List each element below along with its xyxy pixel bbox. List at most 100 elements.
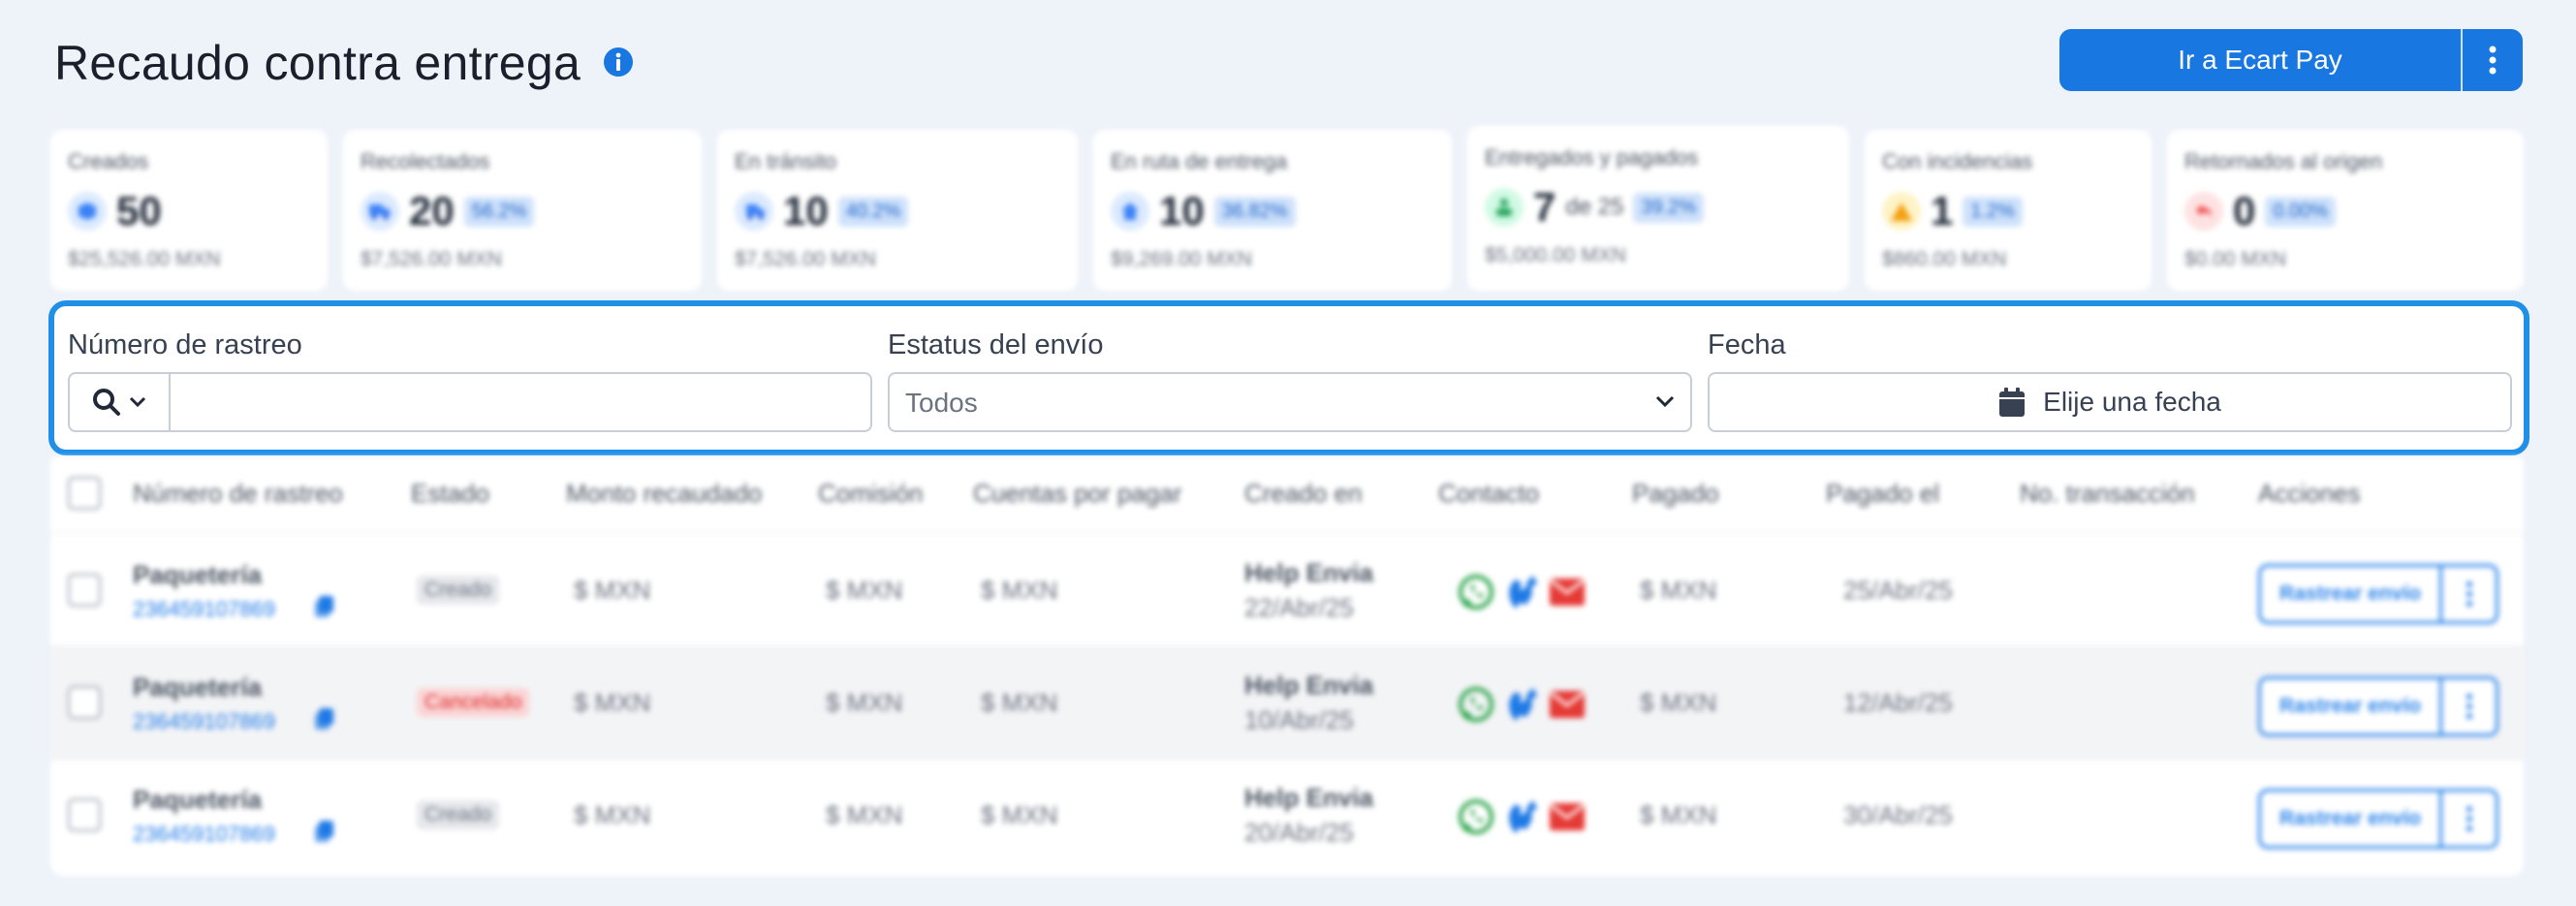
- rastrear-envio-button[interactable]: Rastrear envío: [2258, 564, 2442, 624]
- card-value: 10: [1159, 188, 1205, 234]
- ir-a-ecart-pay-button[interactable]: Ir a Ecart Pay: [2059, 29, 2463, 91]
- card-en-transito[interactable]: En tránsito 10 40.2% $7,526.00 MXN: [717, 130, 1078, 291]
- tracking-link[interactable]: 236459107869: [133, 822, 275, 847]
- col-no-transaccion[interactable]: No. transacción: [2020, 479, 2195, 509]
- col-numero-rastreo[interactable]: Número de rastreo: [133, 479, 343, 509]
- card-amount: $0.00 MXN: [2184, 248, 2287, 270]
- copy-icon[interactable]: [314, 595, 335, 618]
- row-checkbox[interactable]: [68, 798, 101, 831]
- search-type-dropdown[interactable]: [70, 374, 171, 430]
- card-title: En tránsito: [735, 149, 837, 173]
- monto-recaudado: $ MXN: [574, 688, 651, 717]
- filters-panel: Número de rastreo Estatus del envío Todo…: [48, 300, 2529, 455]
- card-amount: $9,269.00 MXN: [1111, 248, 1252, 270]
- created-date: 10/Abr/25: [1244, 705, 1354, 734]
- phone-icon[interactable]: [1504, 574, 1539, 610]
- rastrear-envio-button[interactable]: Rastrear envío: [2258, 789, 2442, 849]
- row-more-button[interactable]: [2442, 564, 2498, 624]
- row-checkbox[interactable]: [68, 686, 101, 719]
- col-creado-en[interactable]: Creado en: [1244, 479, 1362, 509]
- kebab-icon: [2489, 46, 2497, 75]
- card-title: Retornados al origen: [2184, 149, 2383, 173]
- card-percent-badge: 56.2%: [463, 196, 535, 227]
- col-comision[interactable]: Comisión: [818, 479, 923, 509]
- whatsapp-icon[interactable]: [1458, 798, 1494, 835]
- chevron-down-icon: [129, 396, 146, 408]
- status-badge: Cancelado: [417, 688, 530, 717]
- row-checkbox[interactable]: [68, 574, 101, 607]
- row-actions: Rastrear envío: [2258, 676, 2498, 736]
- cuentas-por-pagar: $ MXN: [981, 576, 1058, 605]
- people-icon: [1485, 188, 1524, 227]
- card-retornados[interactable]: Retornados al origen 0 0.00% $0.00 MXN: [2167, 130, 2524, 291]
- card-en-ruta[interactable]: En ruta de entrega 10 36.82% $9,269.00 M…: [1093, 130, 1452, 291]
- page-header: Recaudo contra entrega Ir a Ecart Pay: [54, 25, 2523, 95]
- card-amount: $860.00 MXN: [1882, 248, 2007, 270]
- pagado-el: 12/Abr/25: [1843, 688, 1953, 717]
- card-value: 20: [409, 188, 455, 234]
- card-creados[interactable]: Creados 50 $25,526.00 MXN: [50, 130, 328, 291]
- table-row[interactable]: Paquetería 236459107869 Cancelado $ MXN …: [50, 647, 2524, 760]
- phone-icon[interactable]: [1504, 798, 1539, 835]
- page: Recaudo contra entrega Ir a Ecart Pay Cr…: [0, 0, 2576, 906]
- truck-fast-icon: [735, 192, 773, 231]
- status-badge: Creado: [417, 800, 499, 829]
- copy-icon[interactable]: [314, 707, 335, 731]
- tracking-search-field: [68, 372, 872, 432]
- whatsapp-icon[interactable]: [1458, 574, 1494, 610]
- info-icon[interactable]: [603, 47, 634, 78]
- comision: $ MXN: [826, 800, 903, 829]
- date-picker-button[interactable]: Elije una fecha: [1708, 372, 2512, 432]
- card-value: 0: [2233, 188, 2256, 234]
- card-title: Entregados y pagados: [1485, 145, 1699, 170]
- card-entregados[interactable]: Entregados y pagados 7 de 25 39.2% $5,00…: [1467, 126, 1849, 291]
- copy-icon[interactable]: [314, 820, 335, 843]
- kebab-icon: [2466, 581, 2472, 607]
- tracking-link[interactable]: 236459107869: [133, 597, 275, 622]
- tracking-link[interactable]: 236459107869: [133, 709, 275, 734]
- cuentas-por-pagar: $ MXN: [981, 800, 1058, 829]
- card-incidencias[interactable]: Con incidencias 1 1.2% $860.00 MXN: [1865, 130, 2152, 291]
- tracking-number-input[interactable]: [171, 374, 870, 430]
- card-value: 1: [1931, 188, 1954, 234]
- row-more-button[interactable]: [2442, 789, 2498, 849]
- row-more-button[interactable]: [2442, 676, 2498, 736]
- table-row[interactable]: Paquetería 236459107869 Creado $ MXN $ M…: [50, 760, 2524, 872]
- mail-icon[interactable]: [1549, 690, 1586, 719]
- more-options-button[interactable]: [2463, 29, 2523, 91]
- col-pagado-el[interactable]: Pagado el: [1826, 479, 1939, 509]
- monto-recaudado: $ MXN: [574, 800, 651, 829]
- table-row[interactable]: Paquetería 236459107869 Creado $ MXN $ M…: [50, 535, 2524, 647]
- house-icon: [1111, 192, 1149, 231]
- card-value: 7: [1533, 184, 1556, 230]
- col-contacto: Contacto: [1438, 479, 1540, 508]
- card-title: En ruta de entrega: [1111, 149, 1288, 173]
- card-amount: $5,000.00 MXN: [1485, 244, 1626, 266]
- mail-icon[interactable]: [1549, 802, 1586, 831]
- whatsapp-icon[interactable]: [1458, 686, 1494, 723]
- comision: $ MXN: [826, 688, 903, 717]
- phone-icon[interactable]: [1504, 686, 1539, 723]
- card-amount: $7,526.00 MXN: [361, 248, 502, 270]
- card-title: Creados: [68, 149, 149, 173]
- row-actions: Rastrear envío: [2258, 564, 2498, 624]
- col-estado[interactable]: Estado: [411, 479, 489, 509]
- rastrear-envio-button[interactable]: Rastrear envío: [2258, 676, 2442, 736]
- mail-icon[interactable]: [1549, 578, 1586, 607]
- select-all-checkbox[interactable]: [68, 477, 101, 510]
- card-recolectados[interactable]: Recolectados 20 56.2% $7,526.00 MXN: [343, 130, 702, 291]
- table-header: Número de rastreo Estado Monto recaudado…: [50, 457, 2524, 533]
- card-amount: $7,526.00 MXN: [735, 248, 876, 270]
- card-percent-badge: 36.82%: [1213, 196, 1296, 227]
- col-cuentas-por-pagar[interactable]: Cuentas por pagar: [973, 479, 1181, 509]
- created-by: Help Envia: [1244, 671, 1373, 700]
- box-icon: [68, 192, 107, 231]
- created-date: 22/Abr/25: [1244, 593, 1354, 622]
- col-pagado[interactable]: Pagado: [1632, 479, 1719, 509]
- date-filter-label: Fecha: [1708, 329, 1786, 360]
- col-monto-recaudado[interactable]: Monto recaudado: [566, 479, 762, 509]
- card-percent-badge: 0.00%: [2265, 196, 2337, 227]
- comision: $ MXN: [826, 576, 903, 605]
- status-select[interactable]: Todos: [888, 372, 1692, 432]
- ecart-pay-button-group: Ir a Ecart Pay: [2059, 29, 2523, 91]
